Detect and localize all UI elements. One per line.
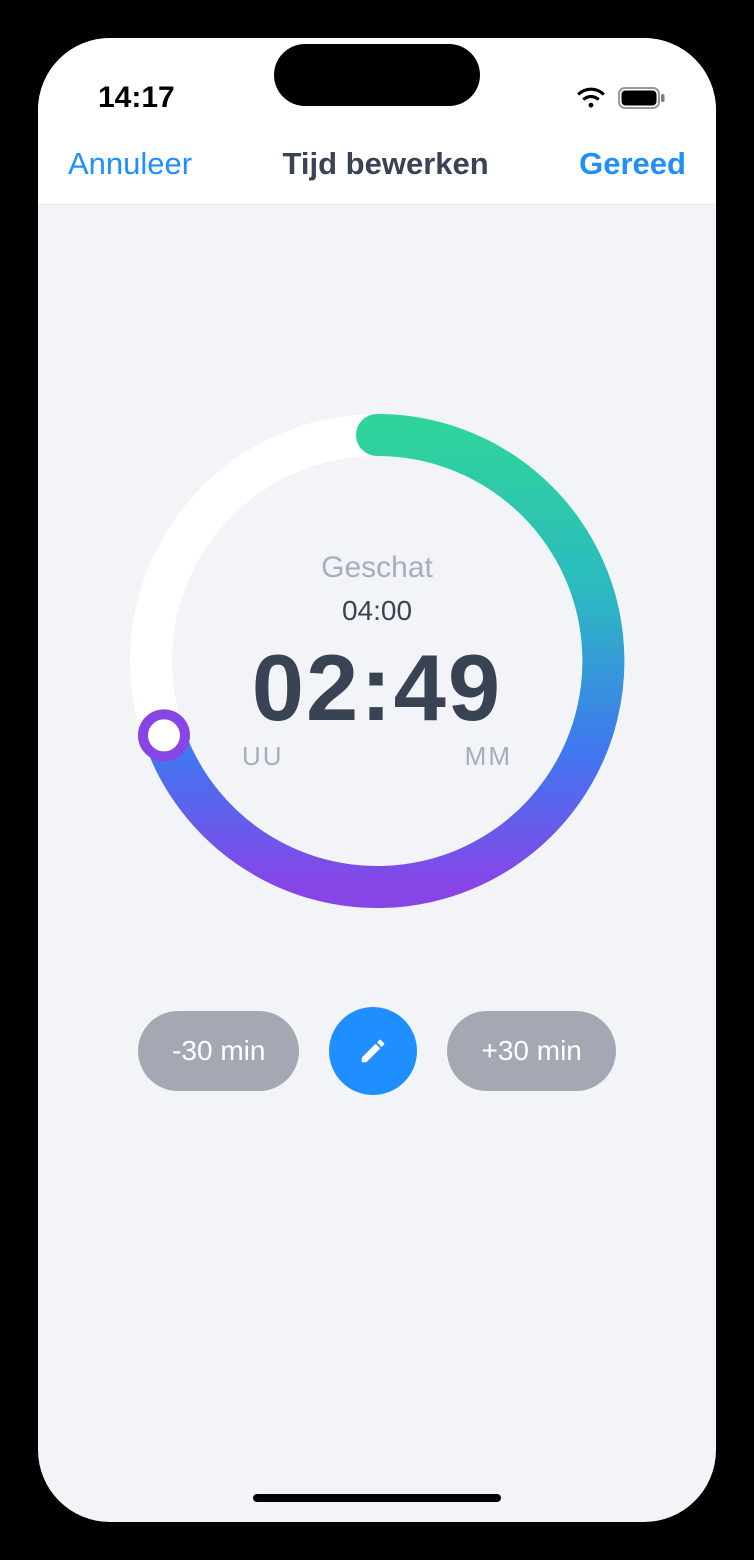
done-button[interactable]: Gereed <box>579 146 686 182</box>
minus-30-button[interactable]: -30 min <box>138 1011 299 1091</box>
wifi-icon <box>576 87 606 109</box>
content-area: Geschat 04:00 02:49 UU MM -30 min +30 mi… <box>38 205 716 1095</box>
nav-bar: Annuleer Tijd bewerken Gereed <box>38 128 716 205</box>
adjust-buttons-row: -30 min +30 min <box>138 1007 616 1095</box>
cancel-button[interactable]: Annuleer <box>68 146 192 182</box>
time-dial[interactable]: Geschat 04:00 02:49 UU MM <box>121 405 633 917</box>
estimated-label: Geschat <box>321 551 433 585</box>
screen: 14:17 Annuleer Tijd bewerken Gereed <box>38 38 716 1522</box>
battery-icon <box>618 87 666 109</box>
status-time: 14:17 <box>98 81 175 115</box>
edit-button[interactable] <box>329 1007 417 1095</box>
estimated-value: 04:00 <box>342 595 412 627</box>
status-icons <box>576 87 666 109</box>
page-title: Tijd bewerken <box>283 146 489 182</box>
pencil-icon <box>358 1036 388 1066</box>
plus-30-button[interactable]: +30 min <box>447 1011 615 1091</box>
dial-readout: Geschat 04:00 02:49 UU MM <box>121 405 633 917</box>
current-time-value: 02:49 <box>252 641 502 735</box>
dynamic-island <box>274 44 480 106</box>
hours-unit-label: UU <box>242 741 284 772</box>
time-units-row: UU MM <box>212 735 542 772</box>
minutes-unit-label: MM <box>465 741 512 772</box>
phone-frame: 14:17 Annuleer Tijd bewerken Gereed <box>20 20 734 1540</box>
home-indicator[interactable] <box>253 1494 501 1502</box>
